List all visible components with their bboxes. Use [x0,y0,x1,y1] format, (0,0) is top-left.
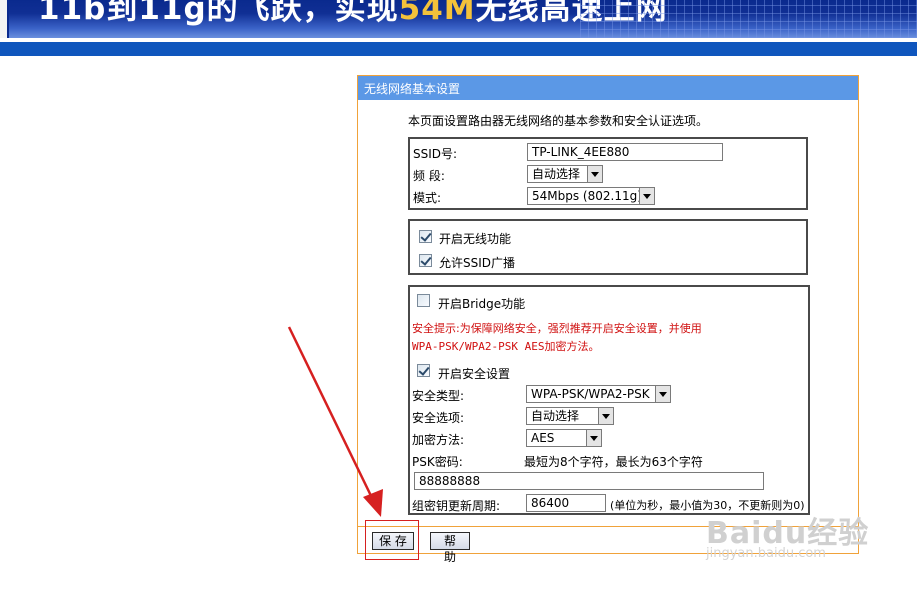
band-label: 频 段: [413,169,445,183]
psk-input[interactable]: 88888888 [414,472,764,490]
page: 11b到11g的飞跃，实现54M无线高速上网 无线网络基本设置 本页面设置路由器… [0,0,917,590]
wireless-toggles-box: 开启无线功能 允许SSID广播 [408,219,808,275]
security-option-value: 自动选择 [531,409,580,423]
chevron-down-icon[interactable] [655,386,670,402]
mode-label: 模式: [413,191,442,205]
banner-title: 11b到11g的飞跃，实现54M无线高速上网 [38,0,668,28]
security-type-value: WPA-PSK/WPA2-PSK [531,387,650,401]
ssid-label: SSID号: [413,147,458,161]
mode-select[interactable]: 54Mbps (802.11g) [527,187,655,205]
chevron-down-icon[interactable] [639,188,654,204]
security-type-label: 安全类型: [412,389,465,403]
rekey-label: 组密钥更新周期: [412,499,501,513]
encryption-value: AES [531,431,555,445]
panel-intro: 本页面设置路由器无线网络的基本参数和安全认证选项。 [408,114,709,128]
security-warning-line2: WPA-PSK/WPA2-PSK AES加密方法。 [412,340,600,353]
banner-title-prefix: 11b到11g的飞跃，实现 [38,0,399,27]
banner-title-highlight: 54M [398,0,476,27]
bridge-checkbox[interactable] [417,294,430,307]
enable-security-label: 开启安全设置 [438,367,511,381]
banner-grid-pattern [580,0,917,38]
bridge-label: 开启Bridge功能 [438,297,526,311]
baidu-watermark-url: jingyan.baidu.com [706,546,826,561]
security-option-select[interactable]: 自动选择 [526,407,614,425]
mode-select-value: 54Mbps (802.11g) [532,189,642,203]
band-select-value: 自动选择 [532,167,581,181]
wireless-settings-panel: 无线网络基本设置 本页面设置路由器无线网络的基本参数和安全认证选项。 SSID号… [357,75,859,564]
ssid-broadcast-label: 允许SSID广播 [439,256,516,270]
banner-left-edge [0,0,9,38]
security-option-label: 安全选项: [412,411,465,425]
encryption-select[interactable]: AES [526,429,602,447]
band-select[interactable]: 自动选择 [527,165,603,183]
banner-blue-bar [0,42,917,56]
security-type-select[interactable]: WPA-PSK/WPA2-PSK [526,385,671,403]
enable-security-checkbox[interactable] [417,364,430,377]
enable-wireless-label: 开启无线功能 [439,232,512,246]
security-box: 开启Bridge功能 安全提示:为保障网络安全，强烈推荐开启安全设置，并使用 W… [408,285,810,515]
save-button[interactable]: 保 存 [372,532,414,550]
security-warning-line1: 安全提示:为保障网络安全，强烈推荐开启安全设置，并使用 [412,322,702,335]
rekey-input[interactable]: 86400 [526,494,606,512]
enable-wireless-checkbox[interactable] [419,230,432,243]
help-button[interactable]: 帮 助 [430,532,470,564]
banner: 11b到11g的飞跃，实现54M无线高速上网 [0,0,917,38]
psk-hint: 最短为8个字符，最长为63个字符 [524,455,703,469]
ssid-input[interactable]: TP-LINK_4EE880 [527,143,723,161]
chevron-down-icon[interactable] [598,408,613,424]
chevron-down-icon[interactable] [586,430,601,446]
ssid-broadcast-checkbox[interactable] [419,254,432,267]
encryption-label: 加密方法: [412,433,465,447]
psk-label: PSK密码: [412,455,463,469]
panel-header: 无线网络基本设置 [358,76,858,100]
chevron-down-icon[interactable] [587,166,602,182]
basic-params-box: SSID号: TP-LINK_4EE880 频 段: 自动选择 模式: 54Mb… [408,137,808,210]
